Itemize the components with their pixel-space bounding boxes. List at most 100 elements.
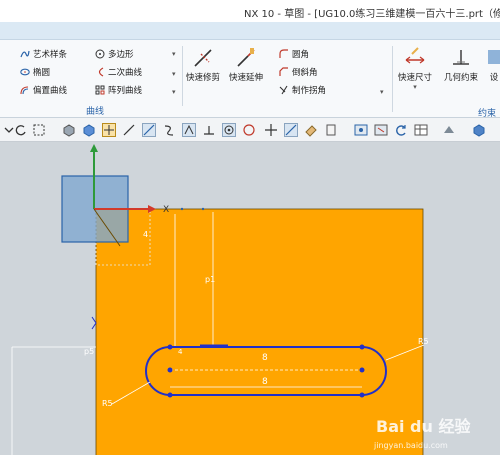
chamfer-icon xyxy=(279,67,288,76)
polygon-icon xyxy=(95,49,105,59)
y-axis-arrow-icon xyxy=(90,144,98,152)
refresh-icon[interactable] xyxy=(394,123,408,137)
geometric-constraints-icon xyxy=(453,50,469,65)
dimension-p1-label: p1 xyxy=(205,275,215,284)
design-button[interactable]: 设 xyxy=(488,46,500,83)
polygon-label: 多边形 xyxy=(108,50,134,60)
ribbon-divider xyxy=(182,46,183,106)
slot-point xyxy=(167,392,173,398)
slot-point xyxy=(359,367,365,373)
blue-cube-icon[interactable] xyxy=(472,123,486,137)
ellipse-button[interactable]: 椭圆 xyxy=(20,66,50,78)
slot-point xyxy=(167,367,173,373)
ellipse-icon xyxy=(20,68,30,76)
slot-point xyxy=(359,392,365,398)
pattern-curve-button[interactable]: 阵列曲线 xyxy=(95,84,142,96)
offset-curve-button[interactable]: 偏置曲线 xyxy=(20,84,67,96)
r5-right-label: R5 xyxy=(418,337,429,346)
rotate-icon[interactable] xyxy=(14,123,28,137)
fillet-button[interactable]: 圆角 xyxy=(279,48,309,60)
geometric-constraints-button[interactable]: 几何约束 xyxy=(444,46,478,83)
spline-button[interactable]: 艺术样条 xyxy=(20,48,67,60)
title-bar: NX 10 - 草图 - [UG10.0练习三维建模一百六十三.prt（修改 xyxy=(0,0,500,22)
quick-trim-button[interactable]: 快速修剪 xyxy=(186,46,220,83)
intersect-icon[interactable] xyxy=(182,123,196,137)
pattern-curve-label: 阵列曲线 xyxy=(108,86,143,96)
quick-extend-label: 快速延伸 xyxy=(229,73,264,83)
cube-icon[interactable] xyxy=(82,123,96,137)
spline-icon xyxy=(20,50,30,58)
conic-icon xyxy=(98,67,104,77)
fit-view-icon[interactable] xyxy=(374,123,388,137)
select-box-icon[interactable] xyxy=(32,123,46,137)
dimension-bottom-label: 8 xyxy=(262,377,268,387)
pattern-curve-icon xyxy=(95,85,105,95)
conic-label: 二次曲线 xyxy=(108,68,143,78)
table-view-icon[interactable] xyxy=(414,123,428,137)
quick-extend-icon xyxy=(237,48,255,67)
sketch-toolbar xyxy=(0,118,500,142)
center-point-icon[interactable] xyxy=(222,123,236,137)
baidu-watermark: Bai du 经验 jingyan.baidu.com xyxy=(373,417,471,450)
curve-more-dropdown-icon[interactable]: ▾ xyxy=(380,88,384,96)
rapid-dimension-button[interactable]: 快速尺寸 ▾ xyxy=(398,46,432,91)
ribbon-tab-strip xyxy=(0,22,500,40)
perpendicular-icon[interactable] xyxy=(202,123,216,137)
layer-icon[interactable] xyxy=(324,123,338,137)
view-orient-icon[interactable] xyxy=(354,123,368,137)
chamfer-button[interactable]: 倒斜角 xyxy=(279,66,318,78)
ribbon-divider-2 xyxy=(392,46,393,112)
make-corner-button[interactable]: 制作拐角 xyxy=(279,84,326,96)
crosshair-icon[interactable] xyxy=(264,123,278,137)
more-dropdown-icon-3[interactable]: ▾ xyxy=(172,88,176,96)
r5-left-label: R5 xyxy=(102,399,113,408)
rapid-dimension-label: 快速尺寸 xyxy=(398,73,433,83)
render-style-icon[interactable] xyxy=(304,123,318,137)
sketch-drawing: X p1 4 8 8 4 R5 R5 p5 Bai du 经验 jingyan.… xyxy=(11,144,471,455)
geometric-constraints-label: 几何约束 xyxy=(444,73,479,83)
design-icon xyxy=(488,50,500,64)
polygon-button[interactable]: 多边形 xyxy=(95,48,134,60)
shade-icon[interactable] xyxy=(442,123,456,137)
slot-point xyxy=(359,344,365,350)
rapid-dimension-dropdown-icon[interactable]: ▾ xyxy=(413,83,417,91)
dimension-p5-label: p5 xyxy=(84,347,94,356)
spline-label: 艺术样条 xyxy=(33,50,68,60)
origin-marker xyxy=(180,207,184,211)
origin-marker-2 xyxy=(201,207,205,211)
make-corner-icon xyxy=(279,85,288,95)
rapid-dimension-icon xyxy=(405,47,425,64)
quick-trim-label: 快速修剪 xyxy=(186,73,221,83)
x-axis-label: X xyxy=(163,205,169,215)
dimension-top-label: 8 xyxy=(262,353,268,363)
fillet-icon xyxy=(279,49,288,58)
design-label: 设 xyxy=(489,73,499,83)
slot-point xyxy=(167,344,173,350)
curve-tool-icon[interactable] xyxy=(142,123,156,137)
constraint-marker xyxy=(91,316,97,330)
quick-extend-button[interactable]: 快速延伸 xyxy=(229,46,263,83)
diagonal-line-icon[interactable] xyxy=(284,123,298,137)
arc-tool-icon[interactable] xyxy=(162,123,176,137)
dimension-p4-label: 4 xyxy=(178,348,183,356)
line-tool-icon[interactable] xyxy=(122,123,136,137)
watermark-brand: Bai du 经验 xyxy=(376,417,471,436)
more-dropdown-icon[interactable]: ▾ xyxy=(172,50,176,58)
sketch-plate xyxy=(95,208,424,455)
curve-group-label: 曲线 xyxy=(86,107,105,117)
conic-button[interactable]: 二次曲线 xyxy=(95,66,142,78)
watermark-url: jingyan.baidu.com xyxy=(373,441,448,450)
snap-point-icon[interactable] xyxy=(102,123,116,137)
more-dropdown-icon-2[interactable]: ▾ xyxy=(172,70,176,78)
ellipse-label: 椭圆 xyxy=(33,68,51,78)
quick-trim-icon xyxy=(194,49,212,67)
solid-view-icon[interactable] xyxy=(62,123,76,137)
chamfer-label: 倒斜角 xyxy=(292,68,318,78)
dimension-small-label: 4 xyxy=(143,230,148,239)
offset-curve-label: 偏置曲线 xyxy=(33,86,68,96)
sketch-canvas[interactable]: X p1 4 8 8 4 R5 R5 p5 Bai du 经验 jingyan.… xyxy=(0,142,500,455)
fillet-label: 圆角 xyxy=(292,50,310,60)
circle-snap-icon[interactable] xyxy=(242,123,256,137)
make-corner-label: 制作拐角 xyxy=(292,86,327,96)
offset-curve-icon xyxy=(20,86,29,95)
